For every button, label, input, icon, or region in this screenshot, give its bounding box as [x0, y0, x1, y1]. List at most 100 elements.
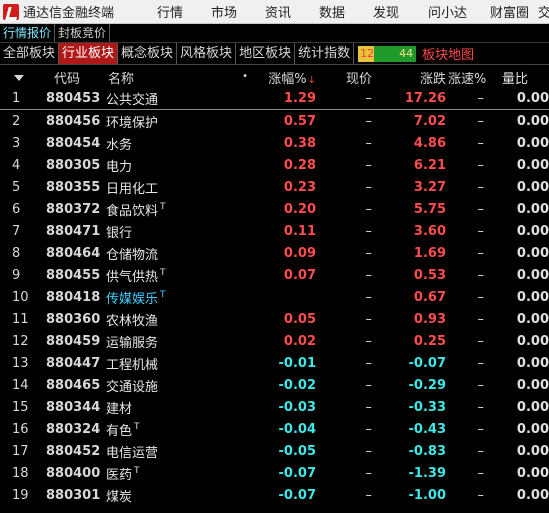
row-name: 日用化工 — [104, 178, 254, 197]
table-header: 代码 名称 • 涨幅%↓ 现价 涨跌 涨速% 量比 — [0, 66, 549, 88]
row-code: 880453 — [46, 91, 101, 106]
row-name: 传媒娱乐 T — [104, 288, 254, 307]
row-name-text: 传媒娱乐 — [106, 291, 159, 307]
table-row[interactable]: 2 880456 环境保护 0.57 – 7.02 – 0.00 — [0, 110, 549, 132]
table-row[interactable]: 9 880455 供气供热 T 0.07–0.53–0.00 — [0, 264, 549, 286]
row-speed: – — [477, 179, 485, 195]
row-volume-ratio: 0.00 — [516, 311, 549, 327]
row-pct: -0.02 — [278, 377, 316, 393]
tab-style-boards[interactable]: 风格板块 — [177, 43, 237, 64]
table-row[interactable]: 8 880464 仓储物流 0.09 – 1.69 – 0.00 — [0, 242, 549, 264]
row-pct: 0.05 — [283, 311, 316, 327]
tab-region-boards[interactable]: 地区板块 — [236, 43, 296, 64]
row-name-text: 仓储物流 — [106, 247, 159, 263]
tab-concept-boards[interactable]: 概念板块 — [118, 43, 178, 64]
table-row[interactable]: 19 880301 煤炭 -0.07 – -1.00 – 0.00 — [0, 484, 549, 506]
menu-item-market[interactable]: 市场 — [183, 2, 237, 21]
row-index: 18 — [12, 465, 29, 481]
row-change: -0.33 — [408, 399, 446, 415]
row-name-text: 水务 — [106, 137, 133, 153]
menu-item-news[interactable]: 资讯 — [237, 2, 291, 21]
table-row[interactable]: 17 880452 电信运营 -0.05 – -0.83 – 0.00 — [0, 440, 549, 462]
row-index: 13 — [12, 355, 29, 371]
row-name: 供气供热 T — [104, 266, 254, 284]
menu-item-data[interactable]: 数据 — [291, 2, 345, 21]
col-change[interactable]: 涨跌 — [382, 68, 448, 87]
table-row[interactable]: 3 880454 水务 0.38 – 4.86 – 0.00 — [0, 132, 549, 154]
table-row[interactable]: 14 880465 交通设施 -0.02 – -0.29 – 0.00 — [0, 374, 549, 396]
table-row[interactable]: 7 880471 银行 0.11 – 3.60 – 0.00 — [0, 220, 549, 242]
menu-item-trade[interactable]: 交 — [529, 2, 549, 21]
row-pct: -0.04 — [278, 421, 316, 437]
row-change: 17.26 — [404, 91, 446, 106]
row-speed: – — [477, 91, 485, 106]
row-volume-ratio: 0.00 — [516, 91, 549, 106]
row-price: – — [365, 135, 373, 151]
col-name[interactable]: 名称 • — [104, 68, 254, 87]
menu-item-ask[interactable]: 问小达 — [399, 2, 467, 21]
row-index: 2 — [12, 113, 21, 129]
row-change: -0.07 — [408, 355, 446, 371]
row-pct: -0.07 — [278, 487, 316, 503]
row-speed: – — [477, 377, 485, 393]
row-price: – — [365, 113, 373, 129]
tab-industry-boards[interactable]: 行业板块 — [59, 43, 119, 64]
tplus-mark: T — [134, 466, 140, 477]
tab-quote-price[interactable]: 行情报价 — [0, 24, 56, 42]
row-name-text: 交通设施 — [106, 379, 159, 395]
table-row[interactable]: 6 880372 食品饮料 T 0.20–5.75–0.00 — [0, 198, 549, 220]
row-price: – — [365, 289, 373, 305]
table-row[interactable]: 13 880447 工程机械 -0.01 – -0.07 – 0.00 — [0, 352, 549, 374]
row-speed: – — [477, 135, 485, 151]
menu-item-wealth[interactable]: 财富圈 — [467, 2, 529, 21]
tab-stat-index[interactable]: 统计指数 — [295, 43, 355, 64]
row-name: 公共交通 — [104, 89, 254, 108]
row-speed: – — [477, 267, 485, 283]
table-row[interactable]: 1 880453 公共交通 1.29 – 17.26 – 0.00 — [0, 88, 549, 110]
row-code: 880464 — [46, 245, 101, 261]
tab-all-boards[interactable]: 全部板块 — [0, 43, 60, 64]
table-row[interactable]: 5 880355 日用化工 0.23 – 3.27 – 0.00 — [0, 176, 549, 198]
row-name: 银行 — [104, 222, 254, 241]
row-pct: 0.02 — [283, 333, 316, 349]
row-index: 16 — [12, 421, 29, 437]
row-volume-ratio: 0.00 — [516, 157, 549, 173]
table-row[interactable]: 12 880459 运输服务 0.02 – 0.25 – 0.00 — [0, 330, 549, 352]
table-row[interactable]: 11 880360 农林牧渔 0.05 – 0.93 – 0.00 — [0, 308, 549, 330]
row-change: 0.53 — [413, 267, 446, 283]
row-index: 9 — [12, 267, 21, 283]
row-price: – — [365, 223, 373, 239]
row-index: 7 — [12, 223, 21, 239]
row-code: 880454 — [46, 135, 101, 151]
table-row[interactable]: 15 880344 建材 -0.03 – -0.33 – 0.00 — [0, 396, 549, 418]
row-pct: 0.11 — [283, 223, 316, 239]
col-price[interactable]: 现价 — [318, 68, 382, 87]
row-name: 电力 — [104, 156, 254, 175]
table-row[interactable]: 10 880418 传媒娱乐 T –0.67–0.00 — [0, 286, 549, 308]
row-price: – — [365, 465, 373, 481]
row-code: 880305 — [46, 157, 101, 173]
sort-menu-icon[interactable] — [0, 70, 42, 85]
row-name-text: 电力 — [106, 159, 133, 175]
row-name-text: 医药 — [106, 467, 133, 483]
menu-item-quotes[interactable]: 行情 — [123, 2, 183, 21]
col-volume-ratio[interactable]: 量比 — [494, 68, 549, 87]
col-code[interactable]: 代码 — [42, 68, 104, 87]
board-map-link[interactable]: 板块地图 — [422, 44, 474, 63]
row-name-text: 日用化工 — [106, 181, 159, 197]
column-dot-icon: • — [242, 70, 248, 82]
tab-limit-auction[interactable]: 封板竞价 — [55, 24, 111, 42]
col-speed[interactable]: 涨速% — [448, 68, 494, 87]
row-speed: – — [477, 465, 485, 481]
row-name-text: 食品饮料 — [106, 203, 159, 219]
col-pct[interactable]: 涨幅%↓ — [254, 68, 318, 87]
row-volume-ratio: 0.00 — [516, 289, 549, 305]
table-row[interactable]: 16 880324 有色 T -0.04– -0.43–0.00 — [0, 418, 549, 440]
tplus-mark: T — [160, 202, 166, 213]
table-row[interactable]: 4 880305 电力 0.28 – 6.21 – 0.00 — [0, 154, 549, 176]
table-row[interactable]: 18 880400 医药 T -0.07– -1.39–0.00 — [0, 462, 549, 484]
row-change: 0.67 — [413, 289, 446, 305]
row-pct: -0.05 — [278, 443, 316, 459]
menu-item-discover[interactable]: 发现 — [345, 2, 399, 21]
row-volume-ratio: 0.00 — [516, 355, 549, 371]
